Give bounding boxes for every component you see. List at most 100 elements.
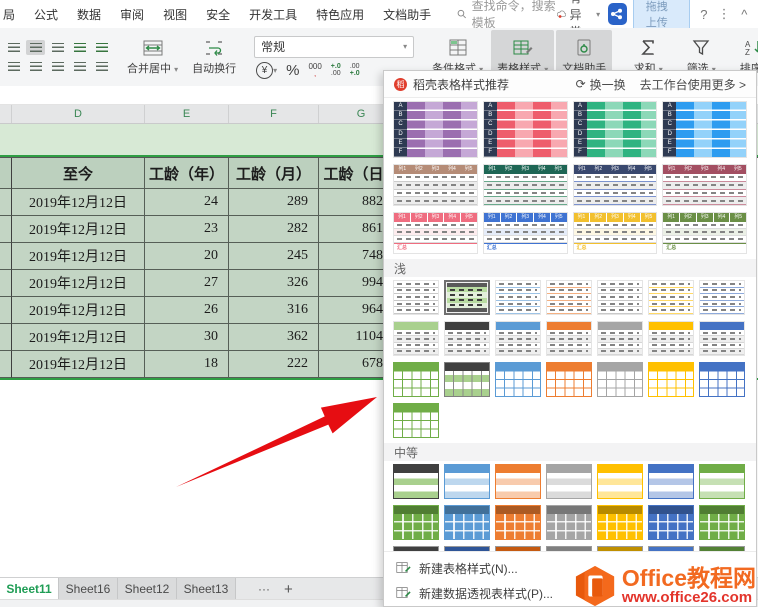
comma-format-button[interactable]: 000, bbox=[308, 63, 321, 78]
table-style-thumbnail[interactable] bbox=[444, 464, 490, 499]
table-style-thumbnail[interactable]: 列1 列2 列3 列4 列5 bbox=[662, 164, 747, 206]
table-style-thumbnail[interactable] bbox=[495, 321, 541, 356]
cell[interactable]: 23 bbox=[145, 216, 229, 243]
align-center-button[interactable] bbox=[26, 59, 45, 74]
table-style-thumbnail[interactable] bbox=[648, 362, 694, 397]
table-style-thumbnail[interactable] bbox=[648, 280, 694, 315]
decrease-decimal-button[interactable]: .00 +.0 bbox=[350, 63, 360, 77]
cell[interactable]: 316 bbox=[229, 297, 319, 324]
gutter-cell[interactable] bbox=[0, 216, 12, 243]
gutter-cell[interactable] bbox=[0, 243, 12, 270]
gutter-cell[interactable] bbox=[0, 297, 12, 324]
increase-decimal-button[interactable]: +.0.00 bbox=[331, 63, 341, 77]
help-button[interactable]: ? bbox=[698, 7, 709, 22]
table-style-thumbnail[interactable]: 列1 列2 列3 列4 列5 汇总 bbox=[393, 212, 478, 254]
menu-item-安全[interactable]: 安全 bbox=[206, 6, 230, 23]
table-style-thumbnail[interactable] bbox=[699, 362, 745, 397]
menu-item-审阅[interactable]: 审阅 bbox=[120, 6, 144, 23]
table-style-thumbnail[interactable] bbox=[495, 546, 541, 551]
justify-button[interactable] bbox=[70, 59, 89, 74]
column-header-F[interactable]: F bbox=[229, 105, 319, 123]
menu-item-视图[interactable]: 视图 bbox=[163, 6, 187, 23]
table-style-thumbnail[interactable] bbox=[444, 321, 490, 356]
refresh-styles-button[interactable]: ⟳ 换一换 bbox=[576, 76, 626, 93]
table-style-thumbnail[interactable] bbox=[393, 546, 439, 551]
cell[interactable]: 20 bbox=[145, 243, 229, 270]
table-style-thumbnail[interactable] bbox=[393, 464, 439, 499]
cell[interactable]: 18 bbox=[145, 351, 229, 378]
table-style-thumbnail[interactable]: ABCDEF bbox=[482, 101, 568, 158]
menu-item-数据[interactable]: 数据 bbox=[77, 6, 101, 23]
table-style-thumbnail[interactable] bbox=[444, 505, 490, 540]
gutter-cell[interactable] bbox=[0, 351, 12, 378]
merge-center-button[interactable]: 合并居中 ▾ bbox=[121, 30, 184, 84]
workbench-more-link[interactable]: 去工作台使用更多 > bbox=[640, 76, 746, 93]
cell[interactable]: 2019年12月12日 bbox=[12, 297, 145, 324]
add-sheet-button[interactable]: + bbox=[284, 581, 293, 598]
table-style-thumbnail[interactable] bbox=[699, 505, 745, 540]
wrap-text-button[interactable]: 自动换行 bbox=[186, 30, 242, 84]
cell[interactable]: 222 bbox=[229, 351, 319, 378]
table-style-thumbnail[interactable] bbox=[393, 403, 439, 438]
table-style-thumbnail[interactable] bbox=[546, 464, 592, 499]
cell[interactable]: 2019年12月12日 bbox=[12, 189, 145, 216]
cell[interactable]: 24 bbox=[145, 189, 229, 216]
table-style-thumbnail[interactable] bbox=[648, 464, 694, 499]
cell[interactable]: 工龄（月） bbox=[229, 158, 319, 189]
table-style-thumbnail[interactable] bbox=[546, 546, 592, 551]
table-style-thumbnail[interactable]: ABCDEF bbox=[662, 101, 747, 158]
sheet-tab-Sheet11[interactable]: Sheet11 bbox=[0, 578, 59, 600]
table-style-thumbnail[interactable] bbox=[699, 464, 745, 499]
table-style-thumbnail[interactable] bbox=[393, 280, 439, 315]
cell[interactable]: 289 bbox=[229, 189, 319, 216]
table-style-thumbnail[interactable]: 列1 列2 列3 列4 列5 汇总 bbox=[572, 212, 658, 254]
sheet-tab-Sheet13[interactable]: Sheet13 bbox=[177, 578, 236, 600]
table-style-thumbnail[interactable] bbox=[495, 362, 541, 397]
sheet-tab-Sheet12[interactable]: Sheet12 bbox=[118, 578, 177, 600]
cell[interactable]: 2019年12月12日 bbox=[12, 243, 145, 270]
table-style-thumbnail[interactable] bbox=[546, 321, 592, 356]
cloud-upload-button[interactable] bbox=[608, 3, 627, 25]
table-style-thumbnail[interactable] bbox=[546, 280, 592, 315]
gutter-cell[interactable] bbox=[0, 189, 12, 216]
decrease-indent-button[interactable] bbox=[70, 40, 89, 55]
table-style-thumbnail[interactable] bbox=[393, 505, 439, 540]
table-style-thumbnail[interactable] bbox=[597, 362, 643, 397]
table-style-thumbnail[interactable]: 列1 列2 列3 列4 列5 bbox=[572, 164, 658, 206]
cell[interactable]: 282 bbox=[229, 216, 319, 243]
column-header-gutter[interactable] bbox=[0, 105, 12, 123]
table-style-thumbnail[interactable] bbox=[597, 546, 643, 551]
table-style-thumbnail[interactable] bbox=[648, 546, 694, 551]
table-style-thumbnail[interactable] bbox=[495, 280, 541, 315]
table-style-thumbnail[interactable] bbox=[444, 362, 490, 397]
collapse-ribbon-button[interactable]: ^ bbox=[739, 7, 750, 22]
table-style-thumbnail[interactable]: ABCDEF bbox=[572, 101, 658, 158]
cell[interactable]: 362 bbox=[229, 324, 319, 351]
cell[interactable]: 30 bbox=[145, 324, 229, 351]
table-style-thumbnail[interactable] bbox=[444, 280, 490, 315]
distribute-button[interactable] bbox=[92, 59, 111, 74]
number-format-select[interactable]: 常规 ▾ bbox=[254, 35, 415, 58]
table-style-thumbnail[interactable]: 列1 列2 列3 列4 列5 bbox=[393, 164, 478, 206]
column-header-E[interactable]: E bbox=[145, 105, 229, 123]
table-style-thumbnail[interactable] bbox=[699, 546, 745, 551]
cell[interactable]: 2019年12月12日 bbox=[12, 270, 145, 297]
menu-item-特色应用[interactable]: 特色应用 bbox=[316, 6, 364, 23]
more-options-button[interactable]: ⋮ bbox=[718, 6, 731, 22]
cell[interactable]: 2019年12月12日 bbox=[12, 324, 145, 351]
percent-format-button[interactable]: % bbox=[286, 62, 299, 79]
cell[interactable]: 工龄（年） bbox=[145, 158, 229, 189]
table-style-thumbnail[interactable] bbox=[648, 321, 694, 356]
table-style-thumbnail[interactable] bbox=[393, 321, 439, 356]
table-style-thumbnail[interactable] bbox=[546, 505, 592, 540]
table-style-thumbnail[interactable]: 列1 列2 列3 列4 列5 汇总 bbox=[662, 212, 747, 254]
valign-middle-button[interactable] bbox=[26, 40, 45, 55]
table-style-thumbnail[interactable]: 列1 列2 列3 列4 列5 汇总 bbox=[482, 212, 568, 254]
table-style-thumbnail[interactable] bbox=[495, 505, 541, 540]
table-style-thumbnail[interactable] bbox=[495, 464, 541, 499]
table-style-thumbnail[interactable] bbox=[546, 362, 592, 397]
table-style-thumbnail[interactable] bbox=[597, 321, 643, 356]
command-search[interactable]: 查找命令，搜索模板 bbox=[457, 0, 556, 31]
cell[interactable]: 至今 bbox=[12, 158, 145, 189]
increase-indent-button[interactable] bbox=[92, 40, 111, 55]
